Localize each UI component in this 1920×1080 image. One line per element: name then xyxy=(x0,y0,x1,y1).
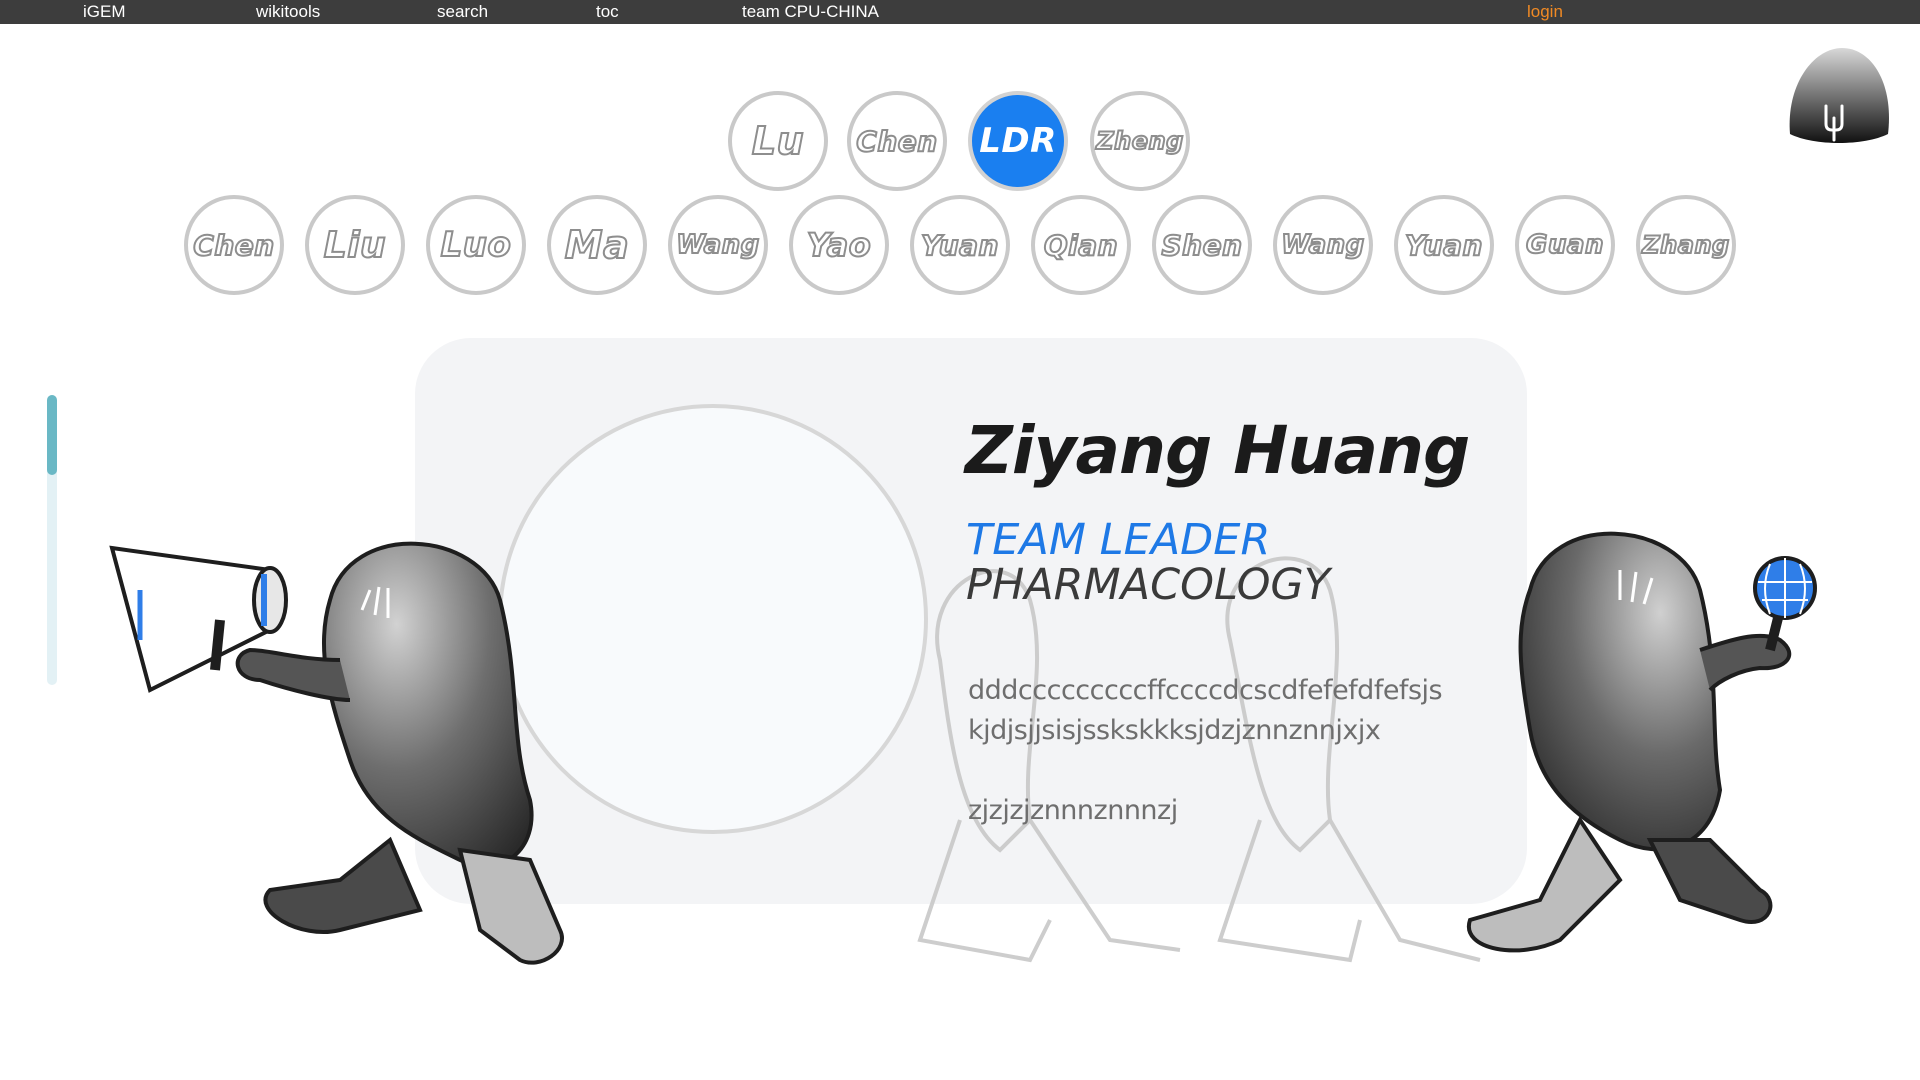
member-label: Lu xyxy=(751,118,805,164)
member-luo[interactable]: Luo xyxy=(426,195,526,295)
member-shen[interactable]: Shen xyxy=(1152,195,1252,295)
member-ma[interactable]: Ma xyxy=(547,195,647,295)
member-chen[interactable]: Chen xyxy=(847,91,947,191)
member-label: Ma xyxy=(564,222,630,268)
member-label: Yuan xyxy=(920,228,999,263)
member-label: Chen xyxy=(855,124,938,159)
member-label: Zheng xyxy=(1095,126,1184,156)
member-label: Chen xyxy=(192,228,275,263)
member-role: TEAM LEADER xyxy=(966,515,1271,565)
scroll-thumb[interactable] xyxy=(47,395,57,475)
member-label: Liu xyxy=(323,224,387,267)
member-label: Shen xyxy=(1160,228,1243,263)
member-guan[interactable]: Guan xyxy=(1515,195,1615,295)
member-ldr-active[interactable]: LDR xyxy=(968,91,1068,191)
mascot-megaphone-illustration xyxy=(109,541,564,965)
member-label: Yuan xyxy=(1404,228,1483,263)
member-label: Wang xyxy=(675,229,760,261)
member-wang-2[interactable]: Wang xyxy=(1273,195,1373,295)
member-label: Qian xyxy=(1043,228,1119,263)
member-label: Wang xyxy=(1280,229,1365,261)
member-zhang[interactable]: Zhang xyxy=(1636,195,1736,295)
member-yuan[interactable]: Yuan xyxy=(910,195,1010,295)
member-lu[interactable]: Lu xyxy=(728,91,828,191)
member-chen-2[interactable]: Chen xyxy=(184,195,284,295)
member-qian[interactable]: Qian xyxy=(1031,195,1131,295)
member-wang[interactable]: Wang xyxy=(668,195,768,295)
member-label: Yao xyxy=(806,225,872,265)
member-bio-line-3: zjzjzjznnnznnnzj xyxy=(968,795,1178,826)
member-liu[interactable]: Liu xyxy=(305,195,405,295)
nav-search[interactable]: search xyxy=(437,2,488,22)
mascot-globe-illustration xyxy=(1466,531,1817,953)
nav-toc[interactable]: toc xyxy=(596,2,619,22)
login-link[interactable]: login xyxy=(1527,2,1563,22)
member-zheng[interactable]: Zheng xyxy=(1090,91,1190,191)
nav-igem[interactable]: iGEM xyxy=(83,2,126,22)
team-mascot-logo-icon[interactable] xyxy=(1784,44,1894,148)
top-nav-bar: iGEM wikitools search toc team CPU-CHINA… xyxy=(0,0,1920,24)
member-label: Luo xyxy=(440,224,512,266)
nav-team[interactable]: team CPU-CHINA xyxy=(742,2,879,22)
member-name: Ziyang Huang xyxy=(965,412,1470,489)
member-label: LDR xyxy=(979,121,1057,161)
member-yao[interactable]: Yao xyxy=(789,195,889,295)
nav-wikitools[interactable]: wikitools xyxy=(256,2,320,22)
scroll-track[interactable] xyxy=(47,395,57,685)
member-field: PHARMACOLOGY xyxy=(966,560,1331,610)
member-label: Guan xyxy=(1525,229,1604,261)
member-label: Zhang xyxy=(1641,230,1730,260)
member-yuan-2[interactable]: Yuan xyxy=(1394,195,1494,295)
